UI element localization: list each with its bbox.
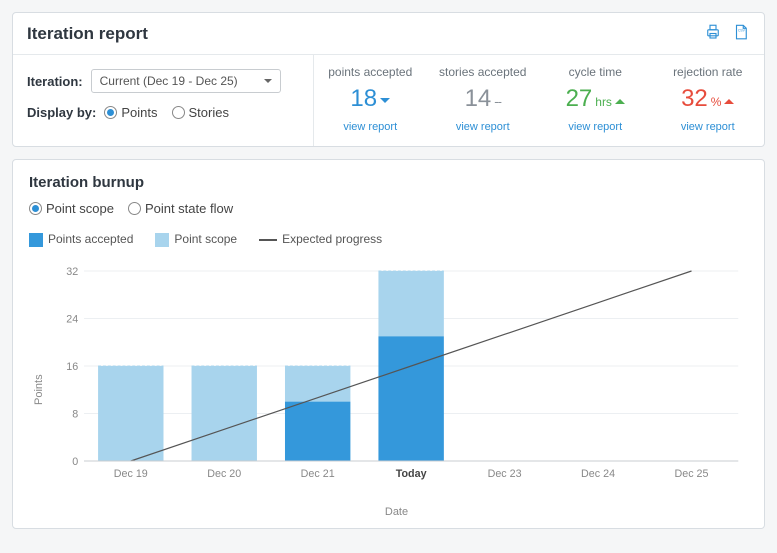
left-controls: Iteration: Current (Dec 19 - Dec 25) Dis…	[13, 55, 313, 146]
svg-text:0: 0	[72, 456, 78, 468]
legend-scope: Point scope	[155, 232, 237, 247]
legend-accepted: Points accepted	[29, 232, 133, 247]
view-report-link[interactable]: view report	[545, 121, 646, 133]
metric-label: points accepted	[320, 65, 421, 79]
view-report-link[interactable]: view report	[320, 121, 421, 133]
radio-dot-icon	[29, 202, 42, 215]
svg-text:16: 16	[66, 361, 78, 373]
iteration-report-panel: Iteration report CSV Iteration: Current …	[12, 12, 765, 147]
display-by-label: Display by:	[27, 105, 96, 120]
trend-up-icon	[724, 94, 734, 104]
view-report-link[interactable]: view report	[433, 121, 534, 133]
metric-cycle-time: cycle time 27hrs view report	[539, 55, 652, 146]
radio-label: Points	[121, 105, 157, 120]
burnup-panel: Iteration burnup Point scope Point state…	[12, 159, 765, 529]
display-by-stories-radio[interactable]: Stories	[172, 105, 229, 120]
metric-value: 32%	[681, 85, 734, 113]
metric-points-accepted: points accepted 18 view report	[314, 55, 427, 146]
burnup-view-group: Point scope Point state flow	[29, 201, 748, 216]
legend-expected: Expected progress	[259, 232, 382, 246]
view-report-link[interactable]: view report	[658, 121, 759, 133]
controls-row: Iteration: Current (Dec 19 - Dec 25) Dis…	[13, 55, 764, 146]
trend-up-icon	[615, 94, 625, 104]
radio-label: Point state flow	[145, 201, 233, 216]
page-title: Iteration report	[27, 24, 148, 44]
radio-label: Point scope	[46, 201, 114, 216]
metrics-row: points accepted 18 view report stories a…	[313, 55, 764, 146]
display-by-group: Points Stories	[104, 105, 229, 120]
radio-label: Stories	[189, 105, 229, 120]
radio-dot-icon	[104, 106, 117, 119]
iteration-selected-value: Current (Dec 19 - Dec 25)	[100, 74, 238, 88]
metric-rejection-rate: rejection rate 32% view report	[652, 55, 765, 146]
trend-flat-icon: --	[494, 94, 501, 109]
display-by-points-radio[interactable]: Points	[104, 105, 157, 120]
metric-label: cycle time	[545, 65, 646, 79]
svg-text:24: 24	[66, 313, 78, 325]
swatch-accepted-icon	[29, 233, 43, 247]
chart-area: Points 0 8 16 24 32 Dec 19 Dec 20 Dec 21 Today D…	[29, 261, 748, 518]
iteration-label: Iteration:	[27, 74, 83, 89]
swatch-line-icon	[259, 239, 277, 241]
radio-dot-icon	[128, 202, 141, 215]
svg-text:CSV: CSV	[738, 28, 746, 32]
swatch-scope-icon	[155, 233, 169, 247]
metric-value: 14 --	[465, 85, 501, 113]
trend-down-icon	[380, 98, 390, 108]
chart-legend: Points accepted Point scope Expected pro…	[29, 232, 748, 247]
metric-label: stories accepted	[433, 65, 534, 79]
svg-text:Dec 25: Dec 25	[675, 468, 709, 480]
metric-stories-accepted: stories accepted 14 -- view report	[427, 55, 540, 146]
svg-text:32: 32	[66, 266, 78, 278]
point-scope-radio[interactable]: Point scope	[29, 201, 114, 216]
radio-dot-icon	[172, 106, 185, 119]
iteration-select[interactable]: Current (Dec 19 - Dec 25)	[91, 69, 281, 93]
svg-text:8: 8	[72, 408, 78, 420]
burnup-title: Iteration burnup	[29, 174, 748, 191]
svg-text:Dec 21: Dec 21	[301, 468, 335, 480]
metric-value: 27hrs	[566, 85, 625, 113]
burnup-chart: 0 8 16 24 32 Dec 19 Dec 20 Dec 21 Today Dec 23 De…	[45, 261, 748, 501]
metric-value: 18	[350, 85, 390, 113]
svg-text:Dec 23: Dec 23	[488, 468, 522, 480]
metric-label: rejection rate	[658, 65, 759, 79]
y-axis-label: Points	[29, 261, 45, 518]
svg-text:Dec 20: Dec 20	[207, 468, 241, 480]
svg-text:Dec 24: Dec 24	[581, 468, 615, 480]
svg-text:Today: Today	[396, 468, 427, 480]
export-csv-icon[interactable]: CSV	[732, 23, 750, 44]
panel-header: Iteration report CSV	[13, 13, 764, 55]
print-icon[interactable]	[704, 23, 722, 44]
point-state-flow-radio[interactable]: Point state flow	[128, 201, 233, 216]
svg-text:Dec 19: Dec 19	[114, 468, 148, 480]
header-actions: CSV	[704, 23, 750, 44]
